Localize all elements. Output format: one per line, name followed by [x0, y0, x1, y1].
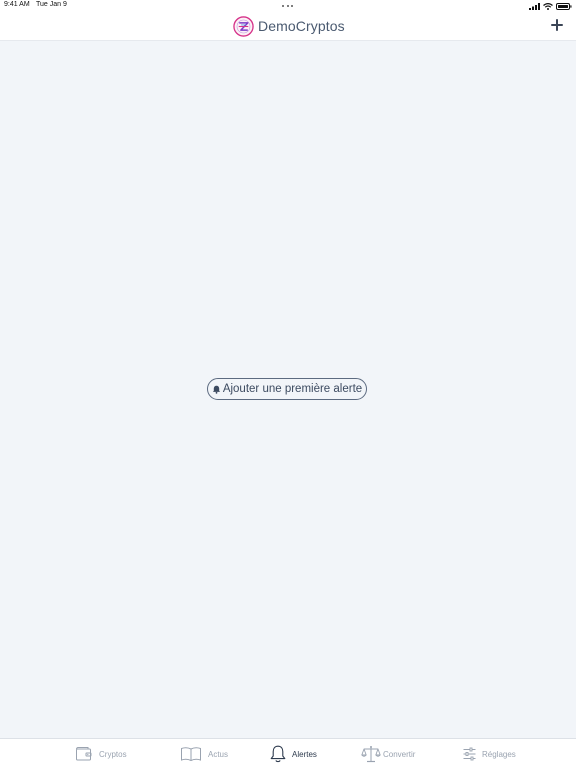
tab-cryptos[interactable]: Cryptos [75, 744, 127, 764]
signal-icon [529, 2, 540, 10]
plus-icon [551, 19, 563, 31]
tab-label: Cryptos [99, 749, 127, 759]
bell-icon [212, 385, 220, 394]
wifi-icon [543, 2, 553, 10]
sliders-icon [463, 747, 476, 761]
tab-label: Réglages [482, 749, 516, 759]
tab-actus[interactable]: Actus [180, 744, 228, 764]
tab-convertir[interactable]: Convertir [361, 744, 415, 764]
tab-label: Alertes [292, 749, 317, 759]
status-date: Tue Jan 9 [36, 1, 67, 8]
add-first-alert-button[interactable]: Ajouter une première alerte [207, 378, 367, 400]
battery-icon [556, 2, 572, 10]
add-alert-button[interactable] [548, 16, 566, 34]
wallet-icon [76, 747, 92, 761]
status-time: 9:41 AM [4, 1, 30, 8]
tab-bar: Cryptos Actus Alertes Convertir Réglages [0, 738, 576, 768]
book-icon [181, 747, 201, 762]
scale-icon [361, 746, 381, 763]
add-first-alert-label: Ajouter une première alerte [222, 383, 363, 395]
tab-label: Convertir [383, 749, 416, 759]
app-title: DemoCryptos [258, 18, 345, 34]
tab-reglages[interactable]: Réglages [463, 744, 516, 764]
alerts-content: Ajouter une première alerte [0, 41, 576, 738]
multitasking-dots-icon[interactable] [282, 5, 294, 8]
bell-icon [270, 745, 286, 762]
status-icons [529, 2, 572, 10]
status-bar: 9:41 AM Tue Jan 9 [0, 0, 576, 12]
democryptos-logo-icon [233, 15, 254, 37]
tab-alertes[interactable]: Alertes [270, 744, 317, 764]
navigation-bar: DemoCryptos [0, 12, 576, 41]
tab-label: Actus [208, 749, 229, 759]
brand: DemoCryptos [233, 14, 345, 38]
